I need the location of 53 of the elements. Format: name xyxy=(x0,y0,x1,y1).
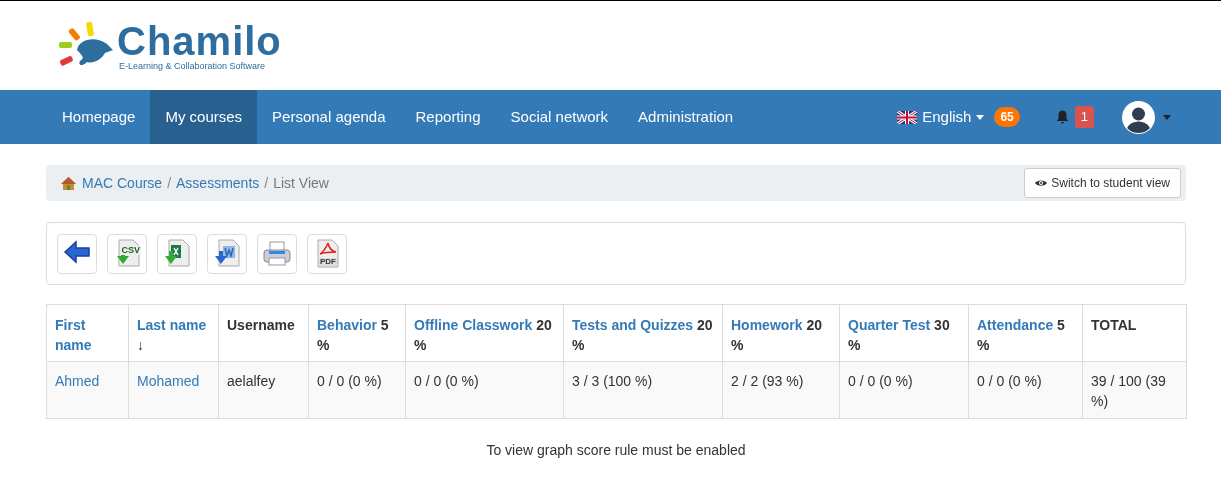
table-cell: 0 / 0 (0 %) xyxy=(405,361,564,419)
export-button[interactable]: PDF xyxy=(307,233,347,274)
nav-tab[interactable]: Homepage xyxy=(47,90,151,144)
language-selector[interactable]: English xyxy=(897,105,985,129)
table-cell: 0 / 0 (0 %) xyxy=(839,361,969,419)
logo-wordmark: Chamilo xyxy=(117,20,282,61)
user-avatar-icon xyxy=(1122,100,1155,134)
table-cell: 2 / 2 (93 %) xyxy=(722,361,840,419)
column-header[interactable]: Quarter Test 30 % xyxy=(839,304,969,362)
export-button[interactable]: CSV xyxy=(107,233,147,274)
table-cell: aelalfey xyxy=(218,361,309,419)
column-header[interactable]: Homework 20 % xyxy=(722,304,840,362)
nav-tab[interactable]: Social network xyxy=(495,90,624,144)
switch-view-button[interactable]: Switch to student view xyxy=(1024,168,1181,198)
column-header[interactable]: Last name ↓ xyxy=(128,304,219,362)
column-header[interactable]: Attendance 5 % xyxy=(968,304,1083,362)
nav-tab[interactable]: My courses xyxy=(150,90,258,144)
table-link-cell[interactable]: Ahmed xyxy=(46,361,129,419)
breadcrumb-separator: / xyxy=(263,173,270,193)
column-header[interactable]: Behavior 5 % xyxy=(308,304,406,362)
table-cell: 3 / 3 (100 %) xyxy=(563,361,723,419)
nav-tab[interactable]: Administration xyxy=(623,90,749,144)
export-button[interactable] xyxy=(207,233,247,274)
nav-tab[interactable]: Personal agenda xyxy=(257,90,401,144)
table-link-cell[interactable]: Mohamed xyxy=(128,361,219,419)
breadcrumb-current: List View xyxy=(273,173,329,193)
bell-icon xyxy=(1055,110,1069,124)
notifications-button[interactable]: 1 xyxy=(1055,106,1094,128)
home-icon xyxy=(60,175,77,191)
column-header[interactable]: Offline Classwork 20 % xyxy=(405,304,564,362)
export-button[interactable] xyxy=(157,233,197,274)
column-header: Username xyxy=(218,304,309,362)
column-header: TOTAL xyxy=(1082,304,1187,362)
table-cell: 0 / 0 (0 %) xyxy=(308,361,406,419)
nav-tab[interactable]: Reporting xyxy=(400,90,496,144)
column-header[interactable]: First name xyxy=(46,304,129,362)
breadcrumb-separator: / xyxy=(166,173,173,193)
logo-tagline: E-Learning & Collaboration Software xyxy=(119,60,267,71)
back-button[interactable] xyxy=(57,233,97,274)
flag-icon xyxy=(897,110,918,124)
table-cell: 39 / 100 (39 %) xyxy=(1082,361,1187,419)
count-badge: 65 xyxy=(994,107,1020,127)
user-menu[interactable] xyxy=(1122,100,1171,134)
eye-icon xyxy=(1035,179,1048,187)
breadcrumb-link[interactable]: Assessments xyxy=(176,172,260,194)
column-header[interactable]: Tests and Quizzes 20 % xyxy=(563,304,723,362)
table-cell: 0 / 0 (0 %) xyxy=(968,361,1083,419)
breadcrumb-link[interactable]: MAC Course xyxy=(82,172,163,194)
caret-icon xyxy=(1163,114,1171,120)
info-message: To view graph score rule must be enabled xyxy=(485,441,747,460)
print-button[interactable] xyxy=(257,233,297,274)
notification-badge: 1 xyxy=(1074,106,1094,128)
caret-icon xyxy=(976,114,985,120)
